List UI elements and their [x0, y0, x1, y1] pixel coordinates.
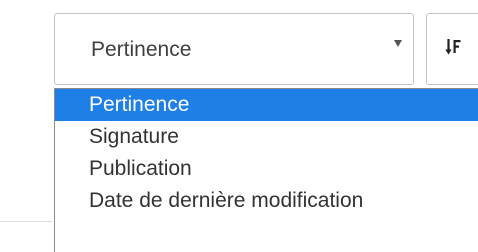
option-pertinence[interactable]: Pertinence: [55, 89, 478, 121]
caret-down-icon: [394, 40, 402, 47]
sort-descending-icon: [445, 38, 461, 58]
divider: [0, 221, 52, 222]
sort-select-value: Pertinence: [91, 38, 192, 61]
sort-select[interactable]: Pertinence: [54, 13, 414, 85]
sort-direction-button[interactable]: [426, 13, 478, 85]
option-date-derniere-modification[interactable]: Date de dernière modification: [55, 185, 478, 217]
sort-options-list: Pertinence Signature Publication Date de…: [54, 88, 478, 252]
option-publication[interactable]: Publication: [55, 153, 478, 185]
option-signature[interactable]: Signature: [55, 121, 478, 153]
